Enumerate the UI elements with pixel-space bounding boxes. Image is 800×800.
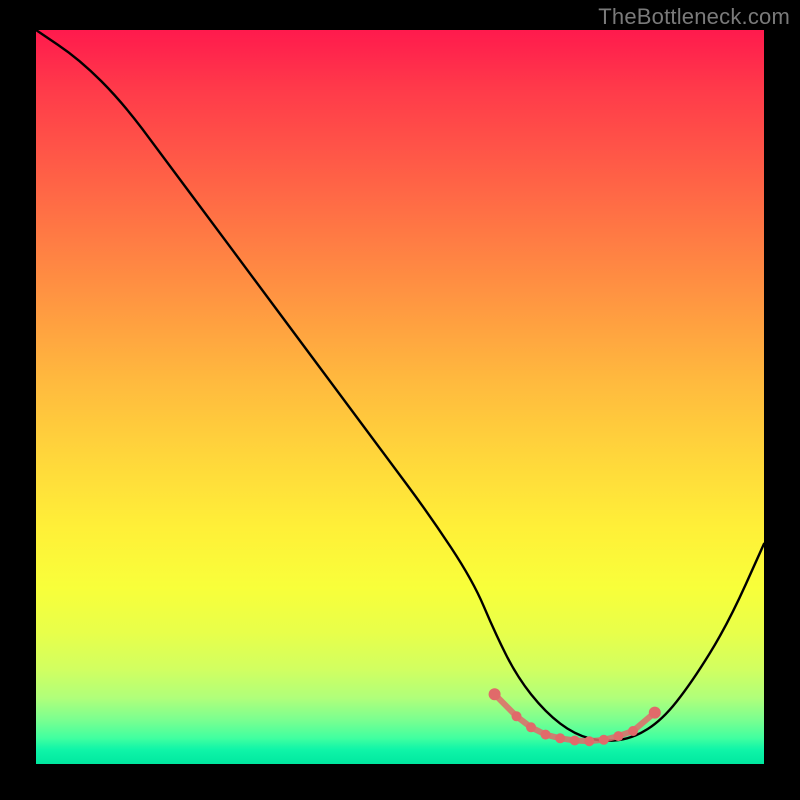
optimal-marker-dot [649,707,661,719]
plot-area [36,30,764,764]
optimal-marker-dot [526,722,536,732]
optimal-marker-dot [570,736,580,746]
optimal-marker-dot [555,733,565,743]
optimal-marker-dot [599,735,609,745]
optimal-marker-dot [541,730,551,740]
optimal-marker-dot [512,711,522,721]
optimal-marker-dot [613,731,623,741]
chart-frame: TheBottleneck.com [0,0,800,800]
optimal-marker-dot [489,688,501,700]
optimal-marker-dot [584,736,594,746]
bottleneck-curve-path [36,30,764,741]
watermark-text: TheBottleneck.com [598,4,790,30]
optimal-markers [489,688,661,746]
optimal-marker-dot [628,726,638,736]
curve-svg [36,30,764,764]
